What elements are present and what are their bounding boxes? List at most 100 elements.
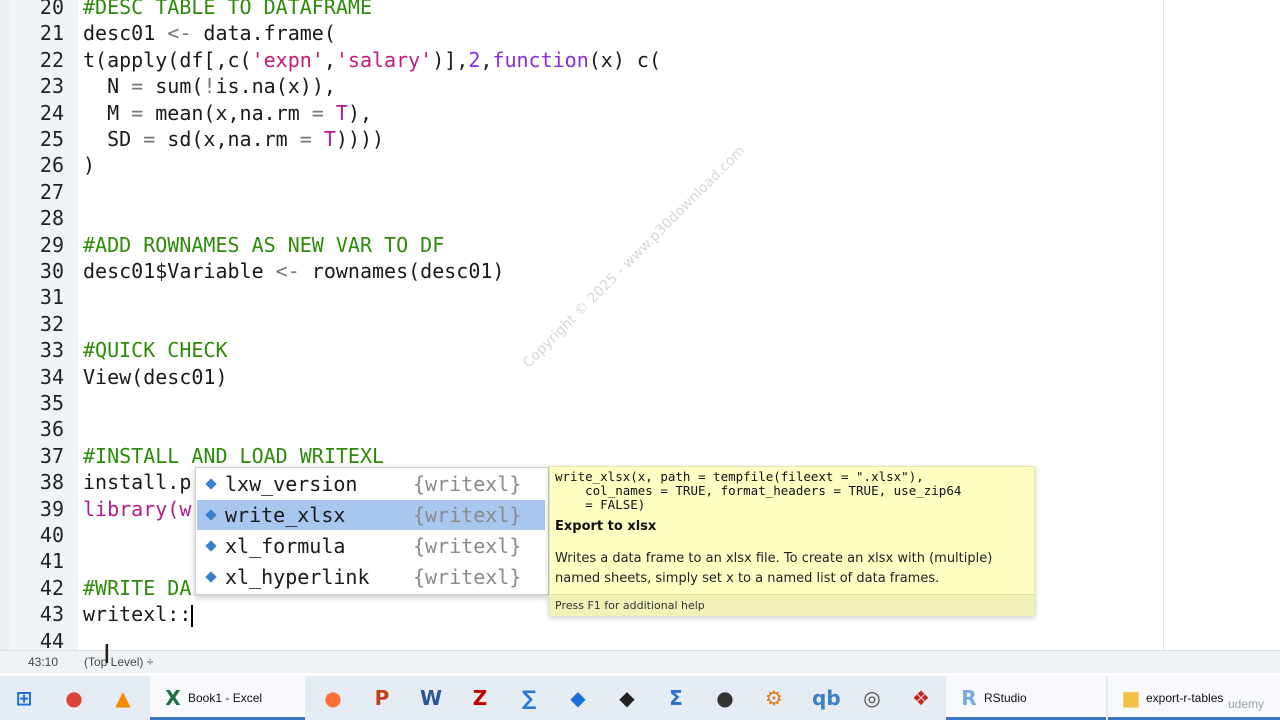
code-line[interactable]: SD = sd(x,na.rm = T)))): [83, 126, 384, 152]
code-line[interactable]: #WRITE DA: [83, 575, 191, 601]
line-number: 42: [39, 575, 64, 600]
line-number: 39: [39, 496, 64, 521]
start-button[interactable]: ⊞: [0, 676, 48, 720]
code-token: #WRITE DA: [83, 575, 192, 600]
code-line[interactable]: M = mean(x,na.rm = T),: [83, 100, 372, 126]
powerpoint-button[interactable]: P: [358, 676, 406, 720]
code-line[interactable]: #INSTALL AND LOAD WRITEXL: [83, 443, 384, 469]
excel-button[interactable]: X Book1 - Excel: [150, 676, 305, 720]
code-token: <-: [275, 259, 300, 283]
line-number: 20: [39, 0, 64, 19]
code-token: ),: [347, 100, 373, 125]
vlc-icon: ▲: [115, 686, 131, 710]
code-token: mean(x,na.rm: [143, 100, 312, 125]
line-number: 27: [39, 179, 64, 204]
line-number: 40: [39, 523, 64, 547]
code-token: function: [492, 47, 589, 72]
scope-selector[interactable]: (Top Level) ÷: [84, 655, 153, 669]
code-token: sd(x,na.rm: [155, 127, 300, 151]
code-token: )],: [432, 47, 469, 72]
watermark: Copyright © 2025 - www.p30download.com: [520, 142, 749, 372]
shield-icon: ◆: [570, 686, 586, 710]
code-token: #QUICK CHECK: [83, 338, 228, 363]
code-token: install.p: [83, 470, 192, 495]
code-token: SD: [83, 127, 144, 151]
help-description: Writes a data frame to an xlsx file. To …: [555, 551, 993, 586]
margin-line: [1163, 0, 1164, 650]
app-button-5[interactable]: ●: [701, 676, 749, 720]
cursor-position: 43:10: [28, 655, 59, 669]
line-number: 31: [39, 285, 64, 310]
code-line[interactable]: ): [83, 152, 95, 178]
app-button-9[interactable]: ❖: [897, 676, 945, 720]
line-number: 30: [39, 259, 64, 283]
line-number: 32: [39, 311, 64, 336]
editor-left-strip: [0, 0, 10, 650]
app-button-6[interactable]: ⚙: [750, 676, 798, 720]
function-icon: [205, 478, 217, 490]
code-line[interactable]: #DESC TABLE TO DATAFRAME: [83, 0, 372, 20]
autocomplete-item[interactable]: write_xlsx {writexl}: [197, 500, 545, 530]
code-token: =: [299, 127, 312, 151]
app-button-8[interactable]: ◎: [848, 676, 896, 720]
code-line[interactable]: View(desc01): [83, 364, 228, 390]
app-button-7[interactable]: qb: [799, 676, 847, 720]
code-line[interactable]: desc01$Variable <- rownames(desc01): [83, 258, 504, 284]
code-line[interactable]: library(w: [83, 496, 191, 522]
autocomplete-item[interactable]: xl_hyperlink {writexl}: [197, 562, 545, 592]
text-cursor-icon: I: [103, 640, 111, 670]
app-button-4[interactable]: Σ: [652, 676, 700, 720]
firefox-button[interactable]: ●: [309, 676, 357, 720]
autocomplete-item[interactable]: lxw_version {writexl}: [197, 469, 545, 499]
code-token: desc01$Variable: [83, 259, 276, 283]
code-line[interactable]: desc01 <- data.frame(: [83, 20, 336, 46]
rstudio-icon: R: [961, 686, 977, 710]
code-token: T: [335, 100, 348, 125]
filezilla-button[interactable]: Z: [456, 676, 504, 720]
tool-icon: ⚙: [765, 686, 783, 710]
line-number: 21: [39, 21, 64, 46]
code-token: !: [203, 74, 216, 99]
text-caret: [191, 604, 194, 627]
word-button[interactable]: W: [407, 676, 455, 720]
code-line[interactable]: t(apply(df[,c('expn','salary')],2,functi…: [83, 47, 661, 73]
folder-icon: ■: [1121, 686, 1141, 710]
code-token: library(w: [83, 496, 192, 521]
line-number: 33: [39, 338, 64, 363]
app-button-1[interactable]: ∑: [505, 676, 553, 720]
line-number: 35: [39, 391, 64, 415]
code-line[interactable]: #QUICK CHECK: [83, 337, 228, 363]
line-number: 23: [39, 74, 64, 99]
autocomplete-popup[interactable]: lxw_version {writexl} write_xlsx {writexl} x…: [195, 467, 549, 595]
f1-hint: Press F1 for additional help: [555, 599, 705, 612]
line-number: 36: [39, 417, 64, 442]
code-line[interactable]: install.p: [83, 469, 191, 495]
line-number: 28: [39, 206, 64, 231]
qb-icon: qb: [812, 686, 841, 710]
word-icon: W: [420, 686, 443, 710]
app-button-3[interactable]: ◆: [603, 676, 651, 720]
code-line[interactable]: #ADD ROWNAMES AS NEW VAR TO DF: [83, 232, 444, 258]
code-token: is.na(x)),: [215, 74, 336, 99]
line-number: 43: [39, 602, 64, 627]
sigma-icon: Σ: [669, 686, 683, 710]
rstudio-button[interactable]: R RStudio: [946, 676, 1106, 720]
firefox-icon: ●: [324, 686, 342, 710]
code-token: desc01: [83, 21, 168, 46]
function-icon: [205, 571, 217, 583]
autocomplete-item[interactable]: xl_formula {writexl}: [197, 531, 545, 561]
globe-icon: ◎: [863, 686, 881, 710]
autocomplete-item-name: write_xlsx: [225, 503, 346, 527]
code-token: =: [131, 100, 144, 125]
autocomplete-item-name: xl_formula: [225, 534, 346, 558]
line-number: 38: [39, 470, 64, 495]
chrome-button[interactable]: ●: [50, 676, 98, 720]
chrome-icon: ●: [65, 686, 83, 710]
code-line[interactable]: N = sum(!is.na(x)),: [83, 73, 336, 99]
app-button-2[interactable]: ◆: [554, 676, 602, 720]
vlc-button[interactable]: ▲: [99, 676, 147, 720]
line-number: 44: [39, 628, 64, 650]
code-line[interactable]: writexl::: [83, 601, 194, 627]
